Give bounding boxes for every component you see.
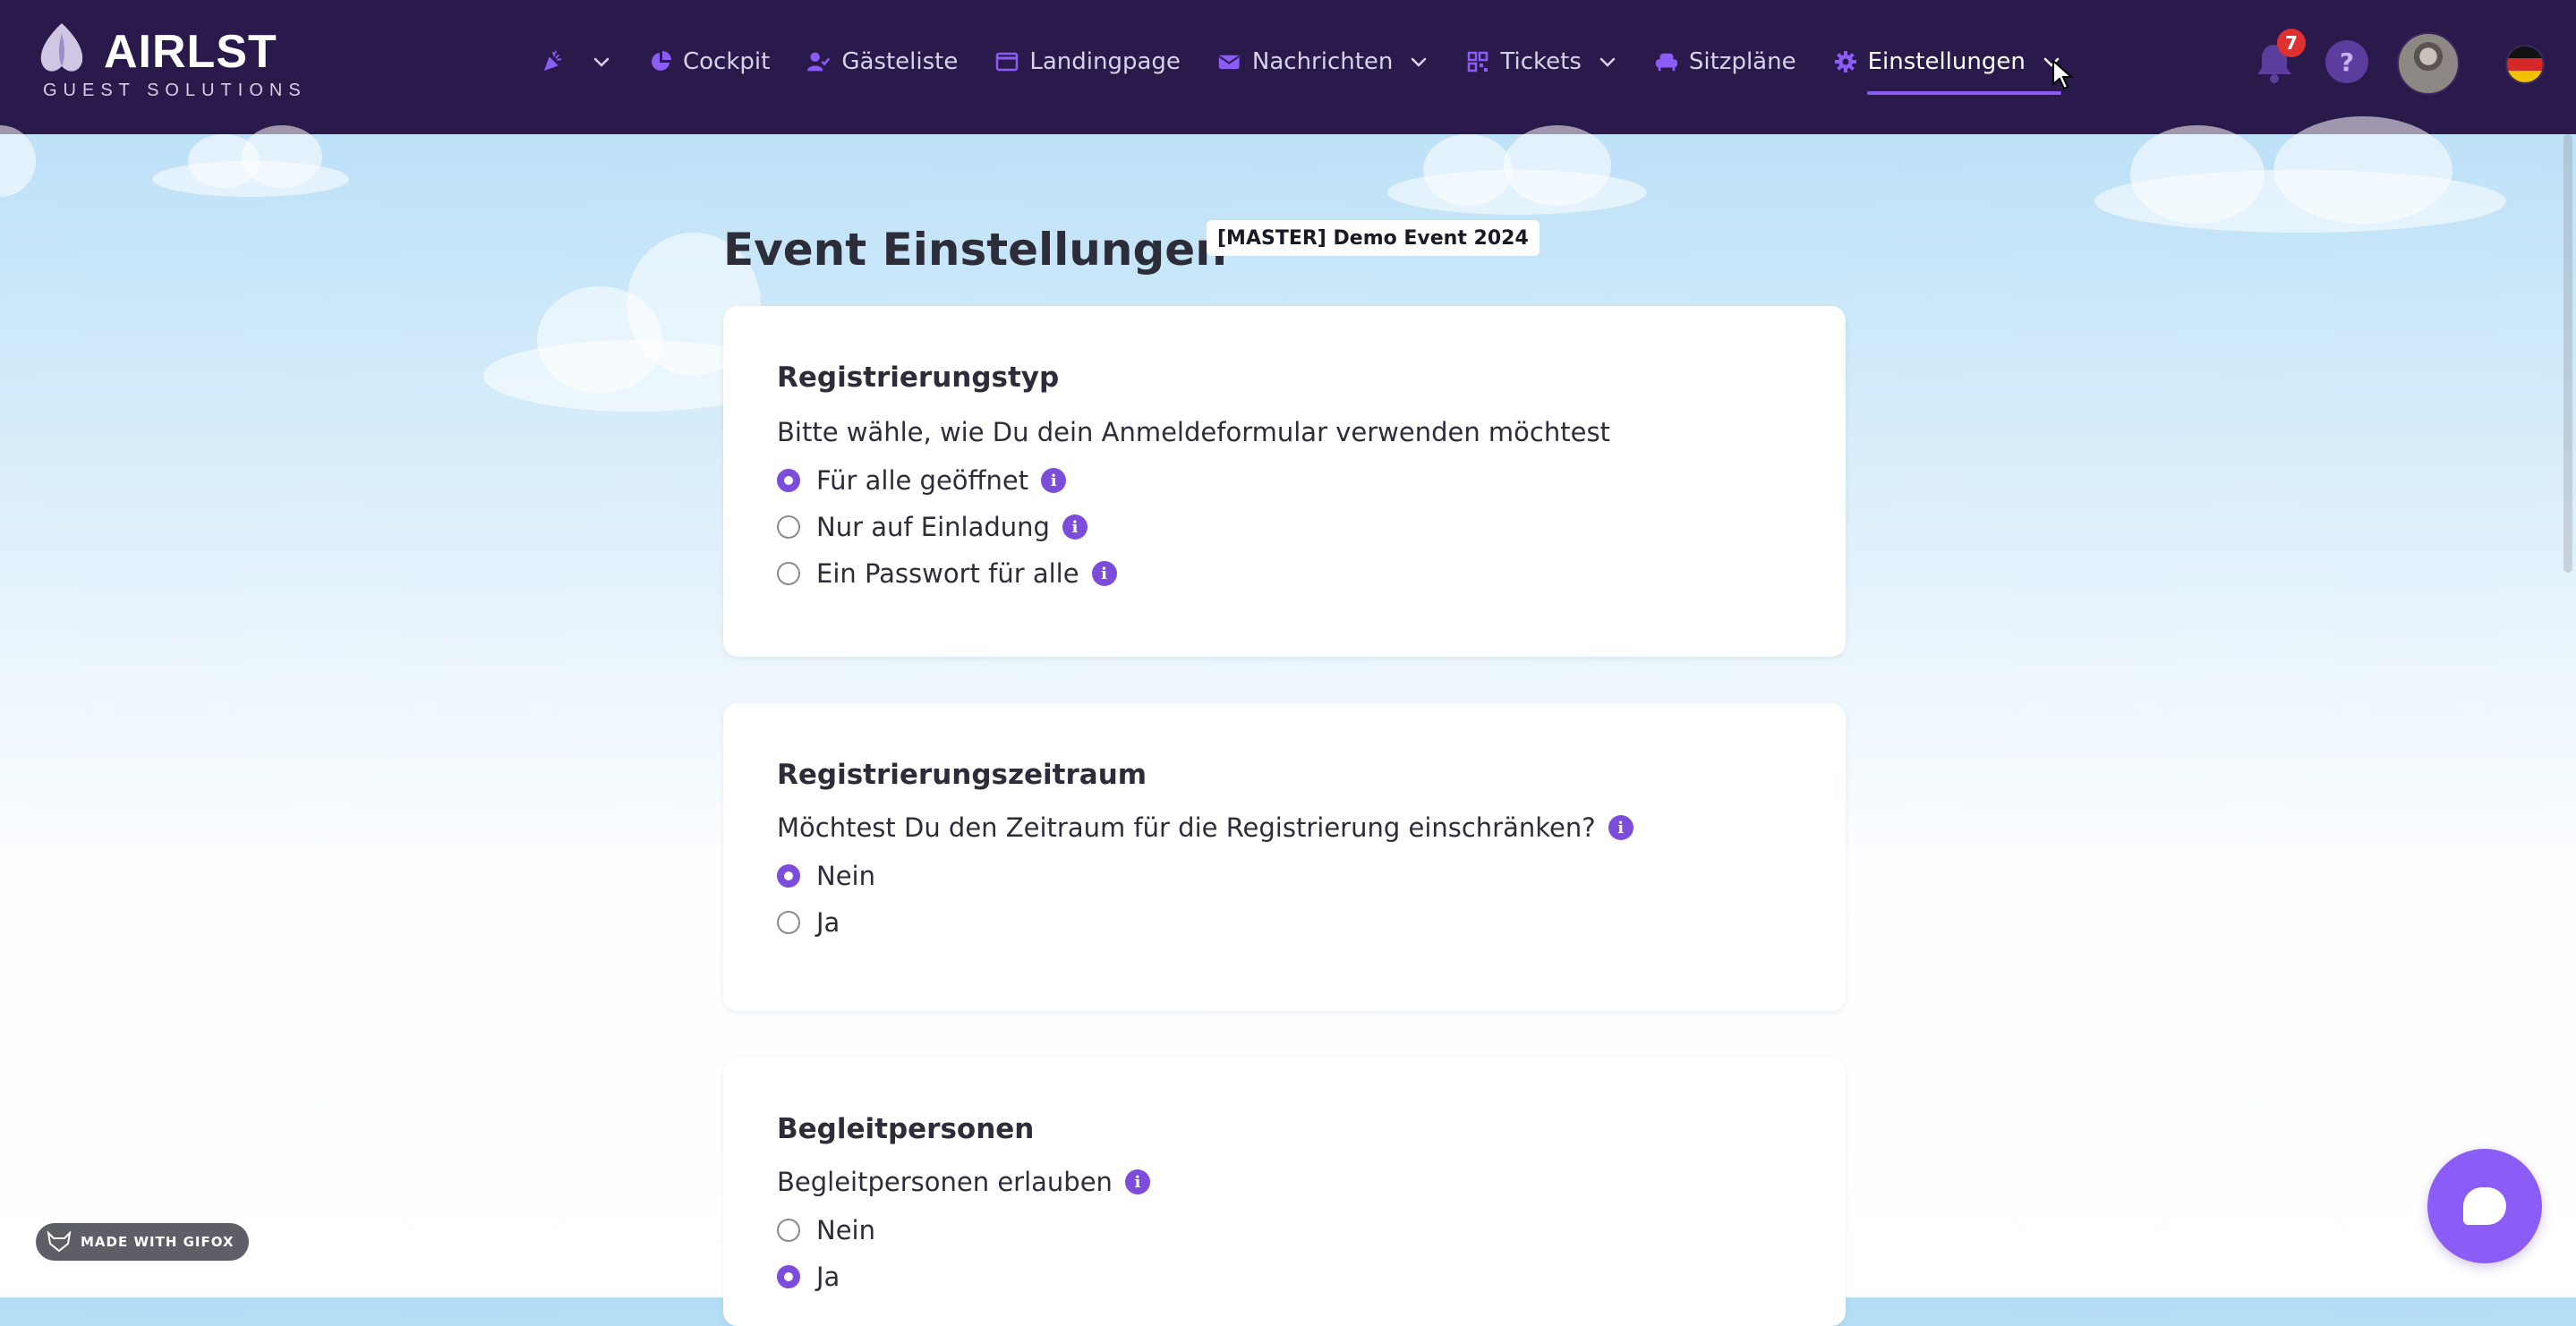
- question-text: Möchtest Du den Zeitraum für die Registr…: [777, 812, 1596, 843]
- pie-chart-icon: [649, 50, 672, 73]
- fox-icon: [47, 1231, 72, 1253]
- envelope-icon: [1218, 50, 1241, 73]
- section-question: Begleitpersonen erlauben i: [777, 1167, 1150, 1197]
- logo-mark-icon: [40, 23, 83, 72]
- info-icon[interactable]: i: [1041, 468, 1067, 493]
- chat-bubble-icon: [2463, 1187, 2506, 1225]
- radio-button[interactable]: [777, 562, 800, 585]
- nav-cockpit[interactable]: Cockpit: [649, 0, 770, 123]
- section-question: Möchtest Du den Zeitraum für die Registr…: [777, 812, 1633, 843]
- cloud-decoration: [1387, 125, 1647, 215]
- nav-tickets-label: Tickets: [1500, 48, 1582, 75]
- nav-guestlist[interactable]: Gästeliste: [807, 0, 958, 123]
- section-title: Begleitpersonen: [777, 1113, 1035, 1145]
- radio-button[interactable]: [777, 1219, 800, 1242]
- main-nav: Cockpit Gästeliste Landingpage Nachricht…: [542, 0, 2099, 123]
- info-icon[interactable]: i: [1091, 561, 1117, 586]
- german-flag-icon[interactable]: [2505, 45, 2545, 84]
- radio-option-no[interactable]: Nein: [777, 1215, 875, 1245]
- nav-event-menu[interactable]: [542, 0, 611, 123]
- party-popper-icon: [542, 50, 565, 73]
- question-text: Begleitpersonen erlauben: [777, 1167, 1113, 1197]
- page-scrollbar[interactable]: [2563, 134, 2572, 573]
- brand-tagline: GUEST SOLUTIONS: [43, 81, 307, 100]
- user-check-icon: [807, 50, 831, 73]
- radio-label: Ein Passwort für alle: [816, 558, 1079, 589]
- info-icon[interactable]: i: [1062, 514, 1088, 540]
- help-button[interactable]: ?: [2325, 40, 2368, 83]
- radio-label: Für alle geöffnet: [816, 465, 1029, 496]
- nav-tickets[interactable]: Tickets: [1466, 0, 1616, 123]
- cloud-decoration: [0, 125, 36, 197]
- logo[interactable]: AIRLST GUEST SOLUTIONS: [34, 21, 303, 102]
- radio-option-no[interactable]: Nein: [777, 861, 875, 891]
- section-title: Registrierungszeitraum: [777, 759, 1147, 791]
- radio-option-open-for-all[interactable]: Für alle geöffnet i: [777, 465, 1067, 496]
- chat-widget-button[interactable]: [2427, 1149, 2542, 1263]
- event-name-badge: [MASTER] Demo Event 2024: [1207, 220, 1540, 256]
- brand-name: AIRLST: [104, 26, 277, 78]
- radio-label: Ja: [816, 1262, 840, 1292]
- top-navbar: AIRLST GUEST SOLUTIONS Cockpit Gästelist…: [0, 0, 2576, 134]
- chevron-down-icon: [592, 52, 611, 72]
- nav-seating[interactable]: Sitzpläne: [1655, 0, 1796, 123]
- radio-option-yes[interactable]: Ja: [777, 907, 840, 938]
- radio-button[interactable]: [777, 469, 800, 492]
- nav-guestlist-label: Gästeliste: [841, 48, 959, 75]
- nav-landingpage[interactable]: Landingpage: [995, 0, 1181, 123]
- registration-period-card: Registrierungszeitraum Möchtest Du den Z…: [723, 703, 1846, 1011]
- nav-messages-label: Nachrichten: [1251, 48, 1394, 75]
- section-title: Registrierungstyp: [777, 361, 1060, 394]
- radio-option-yes[interactable]: Ja: [777, 1262, 840, 1292]
- radio-label: Ja: [816, 907, 840, 938]
- radio-button[interactable]: [777, 864, 800, 888]
- cloud-decoration: [2094, 116, 2506, 233]
- radio-button[interactable]: [777, 1265, 800, 1288]
- browser-window-icon: [995, 50, 1019, 73]
- armchair-icon: [1655, 50, 1678, 73]
- gifox-label: MADE WITH GIFOX: [81, 1234, 235, 1250]
- nav-settings[interactable]: Einstellungen: [1834, 0, 2062, 123]
- registration-type-card: Registrierungstyp Bitte wähle, wie Du de…: [723, 306, 1846, 657]
- radio-label: Nein: [816, 1215, 875, 1245]
- page-title: Event Einstellungen: [723, 224, 1227, 276]
- nav-landingpage-label: Landingpage: [1029, 48, 1181, 75]
- radio-option-shared-password[interactable]: Ein Passwort für alle i: [777, 558, 1117, 589]
- info-icon[interactable]: i: [1124, 1169, 1150, 1194]
- radio-button[interactable]: [777, 515, 800, 539]
- qr-code-icon: [1466, 50, 1489, 73]
- cloud-decoration: [152, 125, 349, 197]
- radio-option-invite-only[interactable]: Nur auf Einladung i: [777, 512, 1088, 542]
- mouse-cursor-icon: [2052, 59, 2074, 90]
- nav-seating-label: Sitzpläne: [1688, 48, 1796, 75]
- notification-count-badge: 7: [2277, 29, 2306, 57]
- chevron-down-icon: [1598, 52, 1617, 72]
- section-question: Bitte wähle, wie Du dein Anmeldeformular…: [777, 417, 1610, 447]
- gifox-watermark: MADE WITH GIFOX: [36, 1223, 249, 1261]
- radio-label: Nur auf Einladung: [816, 512, 1050, 542]
- chevron-down-icon: [1409, 52, 1429, 72]
- nav-cockpit-label: Cockpit: [683, 48, 771, 75]
- radio-label: Nein: [816, 861, 875, 891]
- question-text: Bitte wähle, wie Du dein Anmeldeformular…: [777, 417, 1610, 447]
- nav-messages[interactable]: Nachrichten: [1218, 0, 1429, 123]
- radio-button[interactable]: [777, 911, 800, 934]
- user-avatar[interactable]: [2397, 32, 2460, 95]
- nav-settings-label: Einstellungen: [1867, 48, 2026, 75]
- info-icon[interactable]: i: [1608, 815, 1633, 840]
- gear-icon: [1834, 50, 1857, 73]
- companions-card: Begleitpersonen Begleitpersonen erlauben…: [723, 1058, 1846, 1326]
